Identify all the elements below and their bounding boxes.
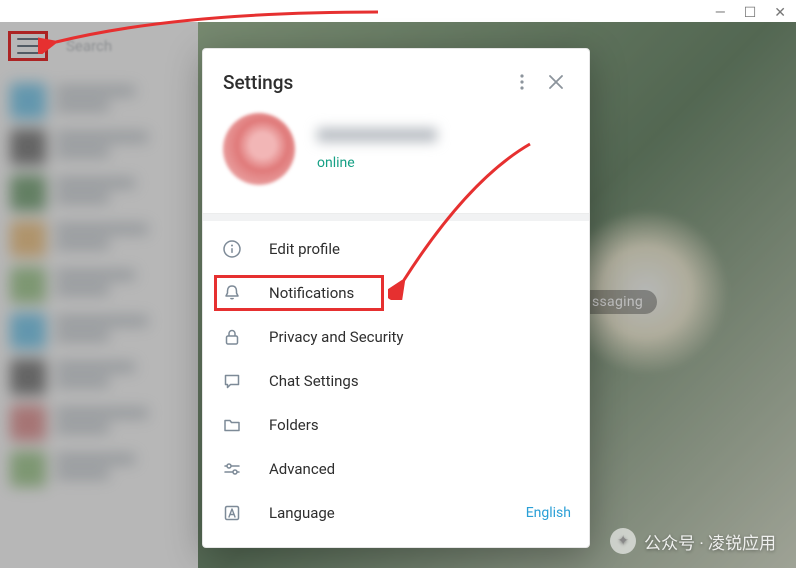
close-settings-button[interactable] [539,65,573,99]
menu-item-label: Advanced [269,460,571,478]
settings-modal: Settings online Edit profile Notificatio… [202,48,590,548]
settings-title: Settings [223,71,505,94]
settings-menu: Edit profile Notifications Privacy and S… [203,221,589,541]
menu-item-chat-settings[interactable]: Chat Settings [203,359,589,403]
menu-item-language[interactable]: Language English [203,491,589,535]
chat-icon [221,370,243,392]
menu-item-notifications[interactable]: Notifications [203,271,589,315]
maximize-button[interactable]: ☐ [744,5,757,21]
info-icon [221,238,243,260]
sliders-icon [221,458,243,480]
close-icon [549,75,563,89]
folder-icon [221,414,243,436]
profile-name [317,127,437,147]
wechat-icon: ✦ [610,528,636,554]
menu-item-privacy[interactable]: Privacy and Security [203,315,589,359]
menu-item-label: Language [269,504,500,522]
lock-icon [221,326,243,348]
avatar[interactable] [223,113,295,185]
watermark: ✦ 公众号 · 凌锐应用 [610,528,776,554]
watermark-text: 公众号 · 凌锐应用 [644,529,776,554]
divider [203,213,589,221]
menu-item-advanced[interactable]: Advanced [203,447,589,491]
menu-item-folders[interactable]: Folders [203,403,589,447]
bell-icon [221,282,243,304]
menu-item-label: Folders [269,416,571,434]
menu-item-label: Notifications [269,284,571,302]
minimize-button[interactable]: — [715,5,726,21]
close-window-button[interactable]: ✕ [774,5,786,21]
kebab-icon [520,74,524,90]
profile-section: online [203,109,589,213]
menu-item-value: English [526,505,571,521]
menu-item-label: Privacy and Security [269,328,571,346]
language-icon [221,502,243,524]
menu-item-label: Edit profile [269,240,571,258]
menu-item-edit-profile[interactable]: Edit profile [203,227,589,271]
more-options-button[interactable] [505,65,539,99]
profile-status: online [317,155,437,171]
menu-item-label: Chat Settings [269,372,571,390]
